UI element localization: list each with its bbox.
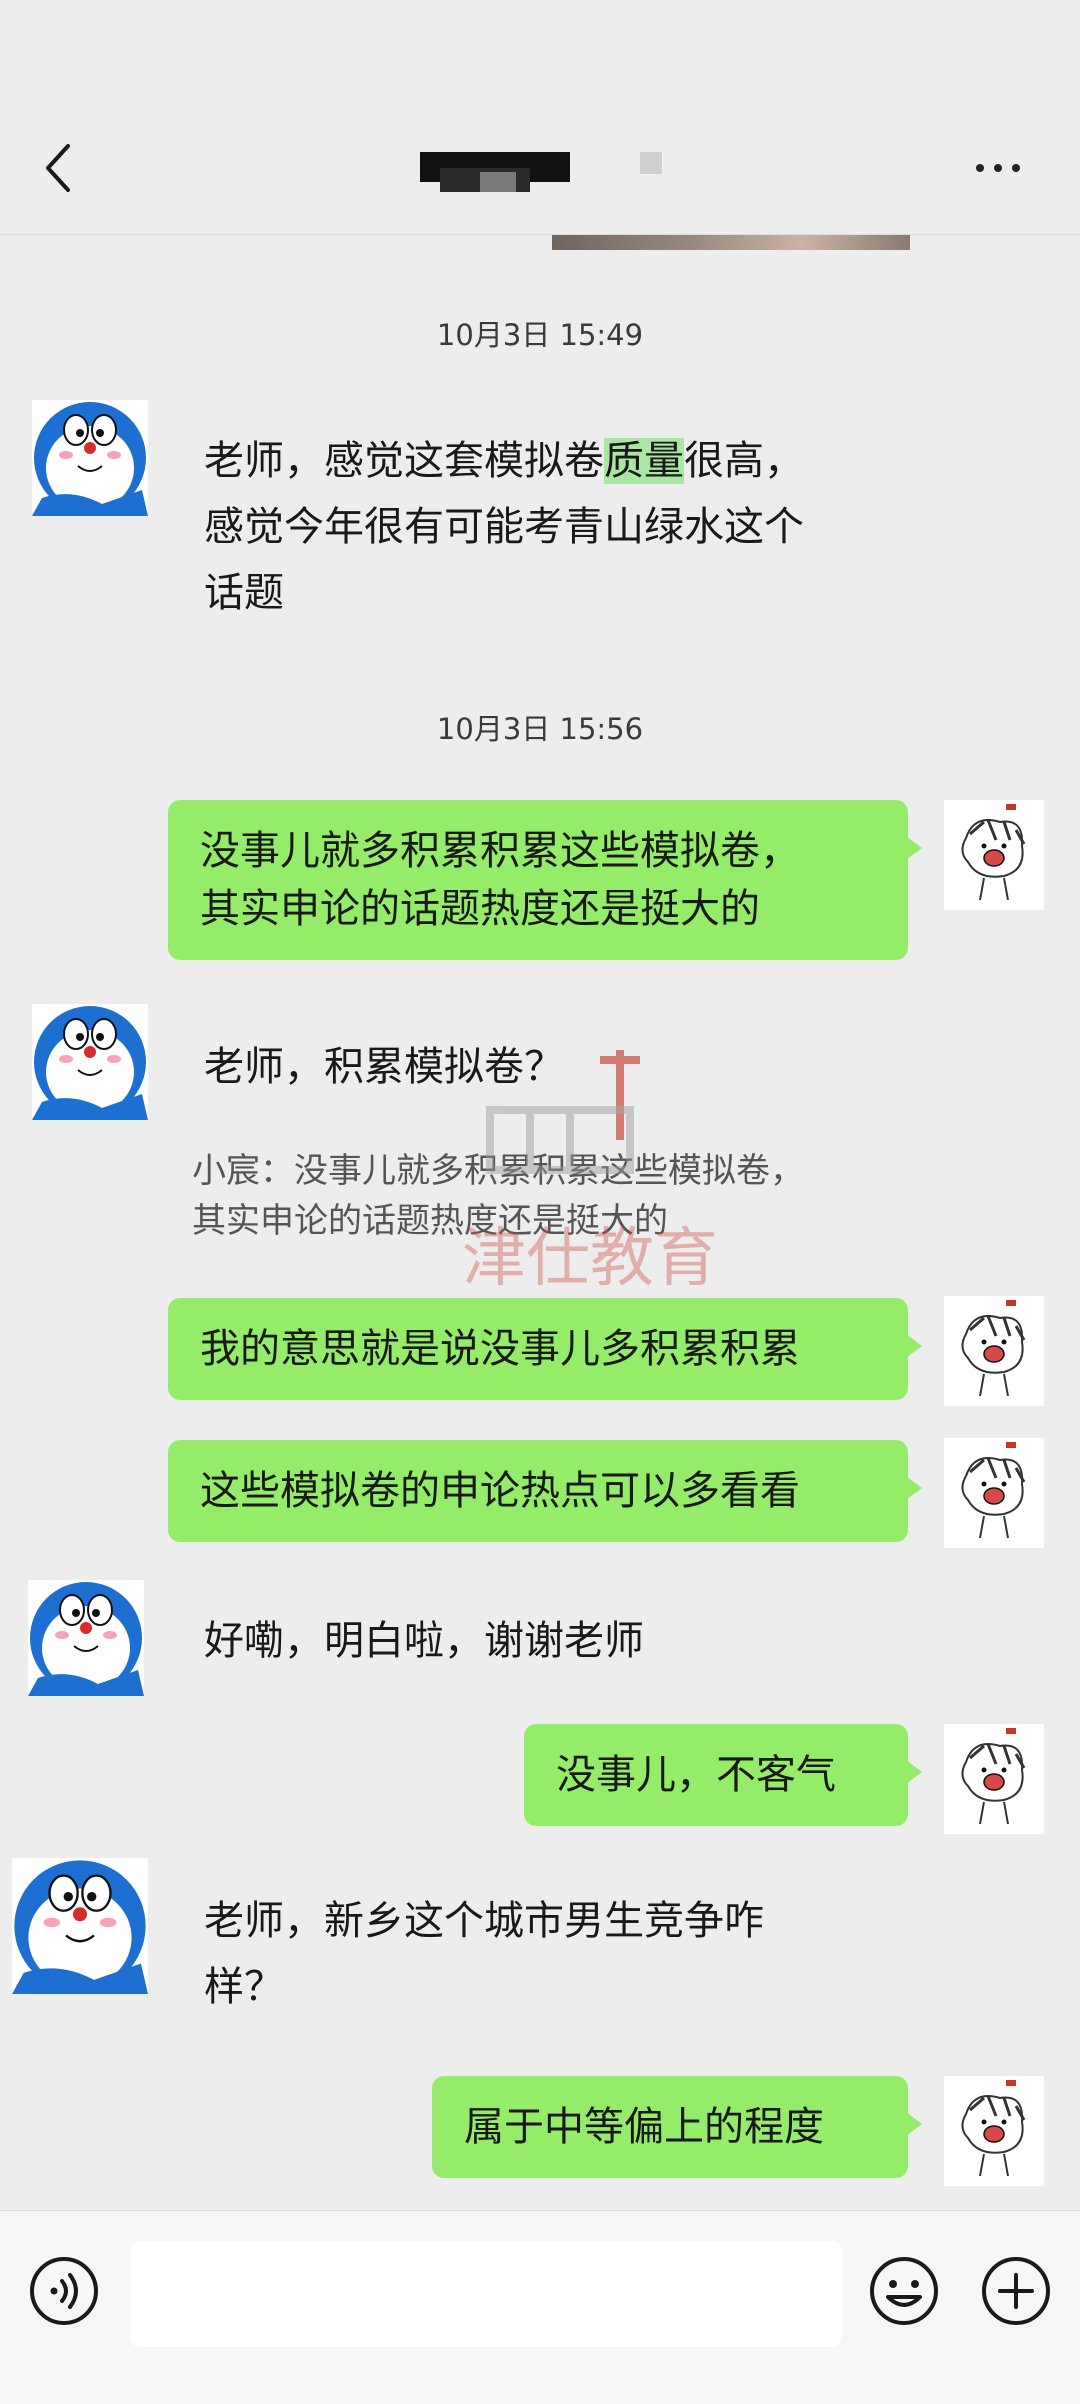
message-text: 属于中等偏上的程度 <box>464 2104 824 2150</box>
doraemon-avatar-icon <box>12 1858 148 1994</box>
image-message-cropped[interactable] <box>552 234 910 250</box>
message-text: 没事儿就多积累积累这些模拟卷， <box>200 828 800 874</box>
message-incoming[interactable]: 老师，积累模拟卷？ <box>204 1034 764 1100</box>
message-list[interactable]: 10月3日 15:49 老师，感觉这套模拟卷质量很高， 感觉今年很有可能考青山绿… <box>0 234 1080 2209</box>
message-text: 没事儿，不客气 <box>556 1752 836 1798</box>
avatar-teacher[interactable] <box>944 800 1044 910</box>
avatar-teacher[interactable] <box>944 1438 1044 1548</box>
message-input[interactable] <box>130 2241 842 2347</box>
doraemon-avatar-icon <box>28 1580 144 1696</box>
doraemon-avatar-icon <box>32 1004 148 1120</box>
message-text: 好嘞，明白啦，谢谢老师 <box>204 1618 644 1664</box>
avatar-teacher[interactable] <box>944 2076 1044 2186</box>
quote-text: 其实申论的话题热度还是挺大的 <box>192 1201 668 1241</box>
message-text: 很高， <box>684 438 804 484</box>
message-incoming[interactable]: 老师，感觉这套模拟卷质量很高， 感觉今年很有可能考青山绿水这个 话题 <box>204 428 924 626</box>
avatar-student[interactable] <box>12 1858 148 1994</box>
message-text: 感觉今年很有可能考青山绿水这个 <box>204 504 804 550</box>
highlighted-text: 质量 <box>604 438 684 484</box>
voice-button[interactable] <box>28 2255 100 2327</box>
avatar-teacher[interactable] <box>944 1724 1044 1834</box>
message-text: 这些模拟卷的申论热点可以多看看 <box>200 1468 800 1514</box>
sketch-character-avatar-icon <box>944 800 1044 910</box>
message-outgoing[interactable]: 属于中等偏上的程度 <box>432 2076 922 2178</box>
sketch-character-avatar-icon <box>944 1724 1044 1834</box>
avatar-student[interactable] <box>32 1004 148 1120</box>
sketch-character-avatar-icon <box>944 1438 1044 1548</box>
input-bar <box>0 2210 1080 2404</box>
emoji-icon <box>870 2257 938 2325</box>
more-options-button[interactable] <box>976 150 1036 186</box>
emoji-button[interactable] <box>868 2255 940 2327</box>
message-text: 老师，感觉这套模拟卷 <box>204 438 604 484</box>
chat-title-redacted <box>420 148 662 196</box>
sketch-character-avatar-icon <box>944 1296 1044 1406</box>
plus-icon <box>982 2257 1050 2325</box>
timestamp: 10月3日 15:56 <box>436 712 644 746</box>
message-text: 其实申论的话题热度还是挺大的 <box>200 886 760 932</box>
message-outgoing[interactable]: 没事儿，不客气 <box>524 1724 922 1826</box>
quote-text: 小宸：没事儿就多积累积累这些模拟卷， <box>192 1151 804 1191</box>
message-outgoing[interactable]: 我的意思就是说没事儿多积累积累 <box>168 1298 922 1400</box>
message-outgoing[interactable]: 这些模拟卷的申论热点可以多看看 <box>168 1440 922 1542</box>
chat-header <box>0 0 1080 235</box>
doraemon-avatar-icon <box>32 400 148 516</box>
message-outgoing[interactable]: 没事儿就多积累积累这些模拟卷， 其实申论的话题热度还是挺大的 <box>168 800 922 960</box>
avatar-student[interactable] <box>28 1580 144 1696</box>
message-text: 老师，积累模拟卷？ <box>204 1044 564 1090</box>
message-incoming[interactable]: 老师，新乡这个城市男生竞争咋 样？ <box>204 1888 924 2020</box>
message-incoming[interactable]: 好嘞，明白啦，谢谢老师 <box>204 1608 764 1674</box>
back-button[interactable] <box>36 138 86 198</box>
avatar-student[interactable] <box>32 400 148 516</box>
more-functions-button[interactable] <box>980 2255 1052 2327</box>
ellipsis-icon <box>976 164 984 172</box>
quoted-reply[interactable]: 小宸：没事儿就多积累积累这些模拟卷， 其实申论的话题热度还是挺大的 <box>192 1146 912 1246</box>
sketch-character-avatar-icon <box>944 2076 1044 2186</box>
chevron-left-icon <box>46 144 70 192</box>
message-text: 话题 <box>204 570 284 616</box>
avatar-teacher[interactable] <box>944 1296 1044 1406</box>
message-text: 我的意思就是说没事儿多积累积累 <box>200 1326 800 1372</box>
voice-icon <box>30 2257 98 2325</box>
message-text: 老师，新乡这个城市男生竞争咋 <box>204 1898 764 1944</box>
timestamp: 10月3日 15:49 <box>436 318 644 352</box>
message-text: 样？ <box>204 1964 284 2010</box>
